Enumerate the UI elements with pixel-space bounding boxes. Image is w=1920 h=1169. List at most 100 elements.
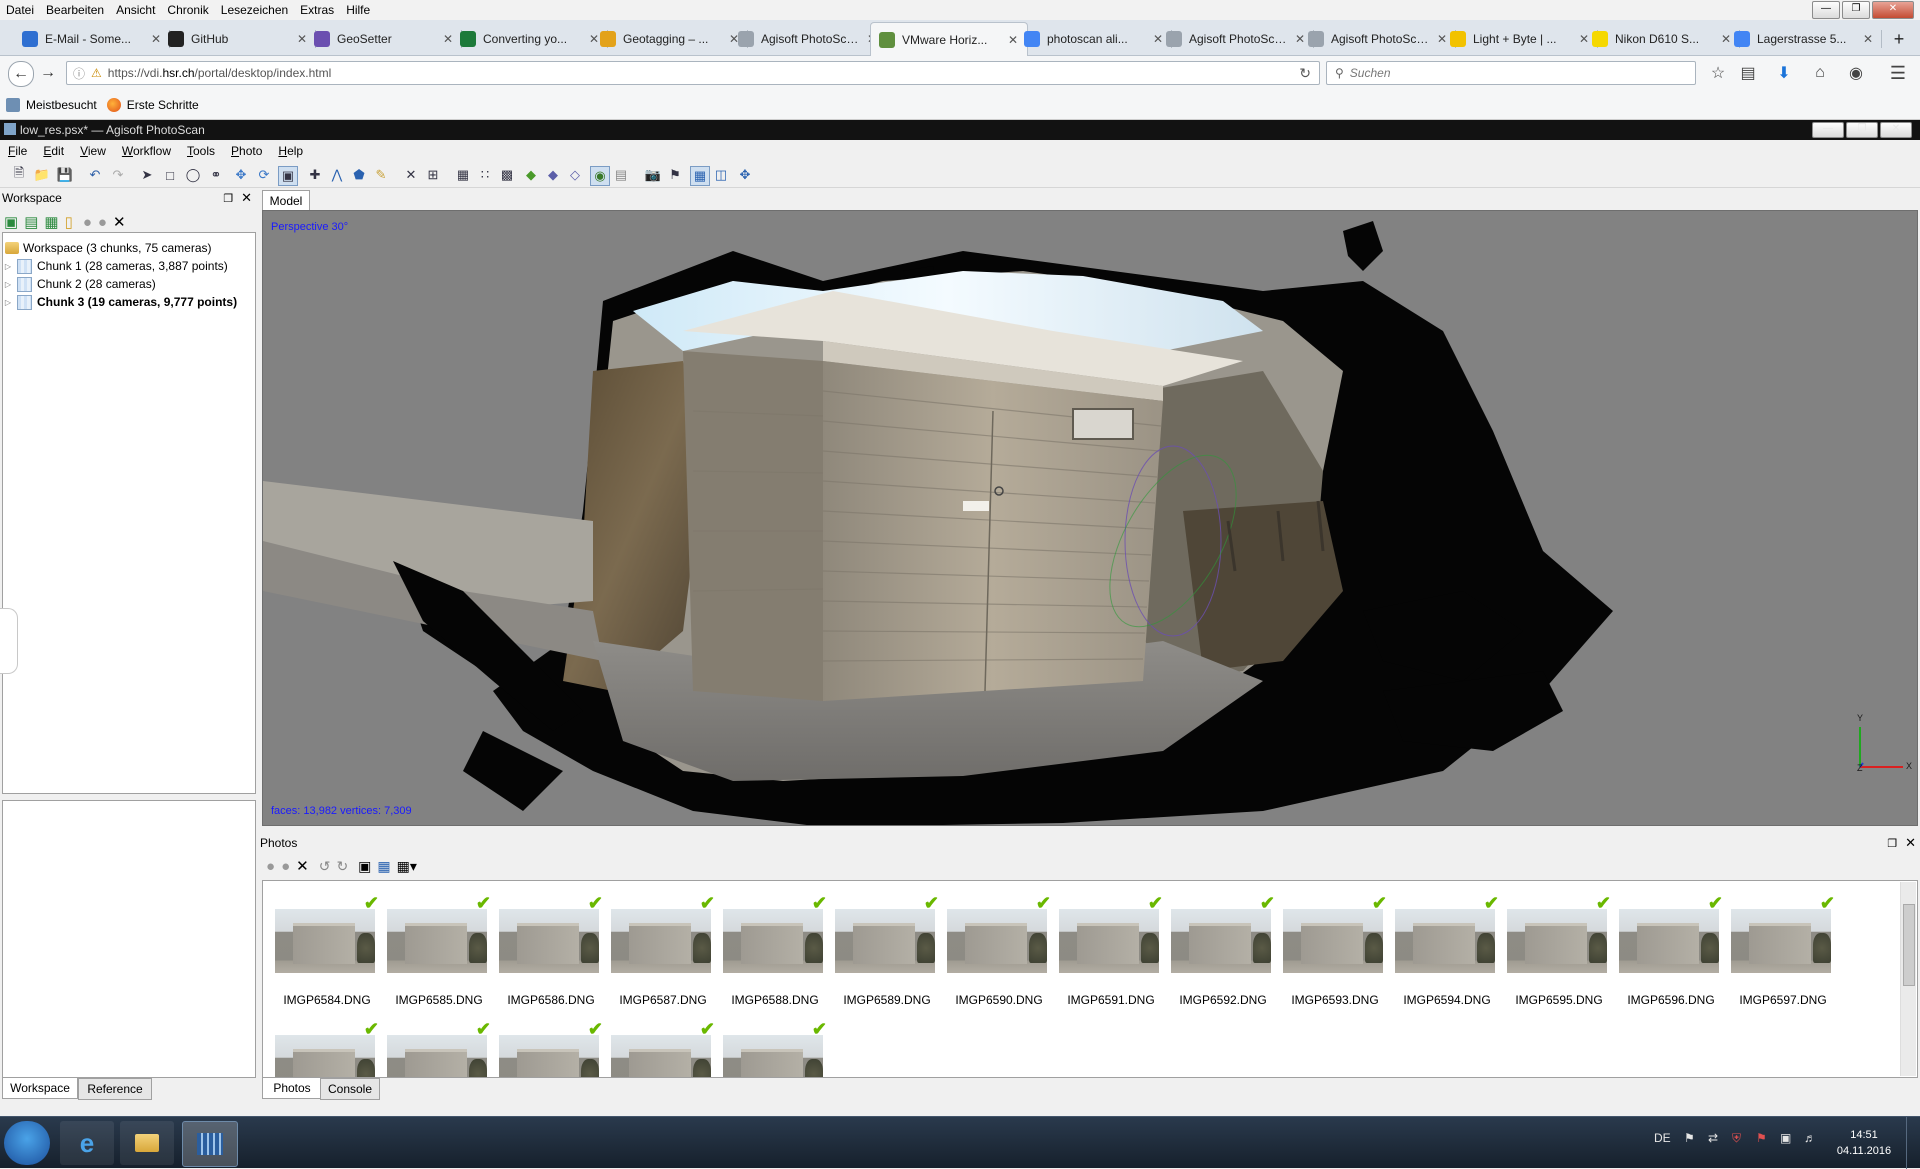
action-center-icon[interactable]: ⚑ [1684,1131,1695,1145]
show-cameras-icon[interactable]: 📷 [644,166,662,184]
move-object-icon[interactable]: ✥ [232,166,250,184]
reset-view-icon[interactable]: ✥ [736,166,754,184]
downloads-icon[interactable]: ⬇ [1774,63,1794,83]
browser-tab[interactable]: VMware Horiz... ✕ [870,22,1028,57]
remove-items-icon[interactable]: ✕ [113,213,126,231]
tree-chunk-2[interactable]: ▷ Chunk 2 (28 cameras) [3,275,255,293]
taskbar-clock[interactable]: 14:51 04.11.2016 [1832,1127,1896,1159]
photo-thumbnail[interactable]: ✔ IMGP6595.DNG [1503,881,1615,1007]
menu-hilfe[interactable]: Hilfe [340,3,376,17]
pocket-icon[interactable]: ◉ [1846,63,1866,83]
volume-icon[interactable]: ♬ [1804,1131,1816,1145]
enable-icon[interactable]: ● [83,214,92,231]
expand-arrow-icon[interactable]: ▷ [3,298,13,307]
undo-icon[interactable]: ↶ [86,166,104,184]
lock-warning-icon[interactable]: ⚠ [91,66,102,80]
forward-icon[interactable]: → [36,61,60,85]
photo-thumbnail[interactable]: ✔ IMGP6588.DNG [719,881,831,1007]
menu-datei[interactable]: Datei [0,3,40,17]
resize-region-icon[interactable]: ▣ [278,166,298,186]
url-bar[interactable]: ⓘ ⚠ https://vdi.hsr.ch/portal/desktop/in… [66,61,1320,85]
add-photos-icon[interactable]: ▤ [24,213,38,231]
browser-tab[interactable]: GitHub ✕ [160,24,316,54]
free-form-selection-icon[interactable]: ⚭ [207,166,225,184]
ps-maximize-button[interactable]: ❐ [1846,122,1878,138]
add-marker-icon[interactable]: ▯ [65,213,73,231]
point-cloud-icon[interactable]: ∷ [476,166,494,184]
show-region-icon[interactable]: ▦ [690,166,710,186]
add-chunk-icon[interactable]: ▣ [4,213,18,231]
show-desktop-button[interactable] [1906,1117,1920,1169]
delete-selection-icon[interactable]: ✕ [402,166,420,184]
tree-chunk-1[interactable]: ▷ Chunk 1 (28 cameras, 3,887 points) [3,257,255,275]
ps-minimize-button[interactable]: — [1812,122,1844,138]
rotate-right-icon[interactable]: ↻ [336,858,348,875]
tab-model[interactable]: Model [262,190,310,210]
rotate-object-icon[interactable]: ⟳ [255,166,273,184]
ruler-point-icon[interactable]: ✚ [306,166,324,184]
tab-reference[interactable]: Reference [78,1078,152,1100]
photo-thumbnail[interactable]: ✔ IMGP6590.DNG [943,881,1055,1007]
tab-console[interactable]: Console [320,1078,380,1100]
menu-bearbeiten[interactable]: Bearbeiten [40,3,110,17]
navigation-cursor-icon[interactable]: ➤ [138,166,156,184]
browser-tab[interactable]: Agisoft PhotoSca...✕ [1300,24,1456,54]
photo-thumbnail[interactable]: ✔ IMGP6591.DNG [1055,881,1167,1007]
tree-root[interactable]: Workspace (3 chunks, 75 cameras) [3,239,255,257]
menu-view[interactable]: View [72,144,114,158]
photo-thumbnail[interactable]: ✔ IMGP6596.DNG [1615,881,1727,1007]
photo-thumbnail[interactable]: ✔ IMGP6593.DNG [1279,881,1391,1007]
crop-selection-icon[interactable]: ⊞ [424,166,442,184]
back-icon[interactable]: ← [8,61,34,87]
expand-arrow-icon[interactable]: ▷ [3,280,13,289]
remove-cameras-icon[interactable]: ✕ [296,857,309,875]
menu-extras[interactable]: Extras [294,3,340,17]
display-icon[interactable]: ▣ [1780,1131,1791,1145]
hamburger-menu-icon[interactable]: ☰ [1888,63,1908,83]
photo-thumbnail[interactable]: ✔ IMGP6587.DNG [607,881,719,1007]
float-panel-icon[interactable]: ❐ [1887,837,1897,850]
photo-thumbnail[interactable]: ✔ [495,1007,607,1077]
disable-icon[interactable]: ● [98,214,107,231]
menu-ansicht[interactable]: Ansicht [110,3,161,17]
browser-tab[interactable]: photoscan ali... ✕ [1016,24,1172,54]
photo-thumbnail[interactable]: ✔ IMGP6594.DNG [1391,881,1503,1007]
internet-explorer-icon[interactable]: e [60,1121,114,1165]
dense-cloud-icon[interactable]: ▩ [498,166,516,184]
reset-filter-icon[interactable]: ▦ [377,858,390,875]
info-icon[interactable]: ⓘ [73,65,85,82]
close-panel-icon[interactable]: ✕ [241,190,252,206]
rectangle-selection-icon[interactable]: □ [161,166,179,184]
browser-tab[interactable]: Nikon D610 S... ✕ [1584,24,1740,54]
measure-line-icon[interactable]: ⋀ [328,166,346,184]
tiled-model-icon[interactable]: ▤ [612,166,630,184]
bookmark-meistbesucht[interactable]: Meistbesucht [6,97,97,112]
search-input[interactable]: ⚲ Suchen [1326,61,1696,85]
language-indicator[interactable]: DE [1654,1131,1671,1145]
tree-chunk-3[interactable]: ▷ Chunk 3 (19 cameras, 9,777 points) [3,293,255,311]
reload-icon[interactable]: ↻ [1299,65,1311,82]
minimize-button[interactable]: — [1812,1,1840,19]
rotate-left-icon[interactable]: ↺ [319,858,331,875]
side-panel-handle[interactable] [0,608,18,674]
menu-chronik[interactable]: Chronik [161,3,214,17]
menu-workflow[interactable]: Workflow [114,144,179,158]
file-explorer-icon[interactable] [120,1121,174,1165]
browser-tab[interactable]: Converting yo... ✕ [452,24,608,54]
tab-workspace[interactable]: Workspace [2,1078,78,1099]
menu-file[interactable]: File [0,144,35,158]
bookmark-erste-schritte[interactable]: Erste Schritte [106,97,199,112]
expand-arrow-icon[interactable]: ▷ [3,262,13,271]
photo-thumbnail[interactable]: ✔ IMGP6584.DNG [271,881,383,1007]
scrollbar-thumb[interactable] [1903,904,1915,986]
model-viewport[interactable]: Perspective 30° faces: 13,982 vertices: … [262,210,1918,826]
photo-thumbnail[interactable]: ✔ IMGP6586.DNG [495,881,607,1007]
disable-cameras-icon[interactable]: ● [281,858,290,875]
photos-scrollbar[interactable] [1900,882,1916,1076]
video-app-icon[interactable] [182,1121,238,1167]
show-trackball-icon[interactable]: ◫ [712,166,730,184]
float-panel-icon[interactable]: ❐ [223,192,233,205]
photo-thumbnail[interactable]: ✔ IMGP6597.DNG [1727,881,1839,1007]
browser-tab[interactable]: Light + Byte | ... ✕ [1442,24,1598,54]
antivirus-icon[interactable]: ⛨ [1732,1131,1741,1146]
